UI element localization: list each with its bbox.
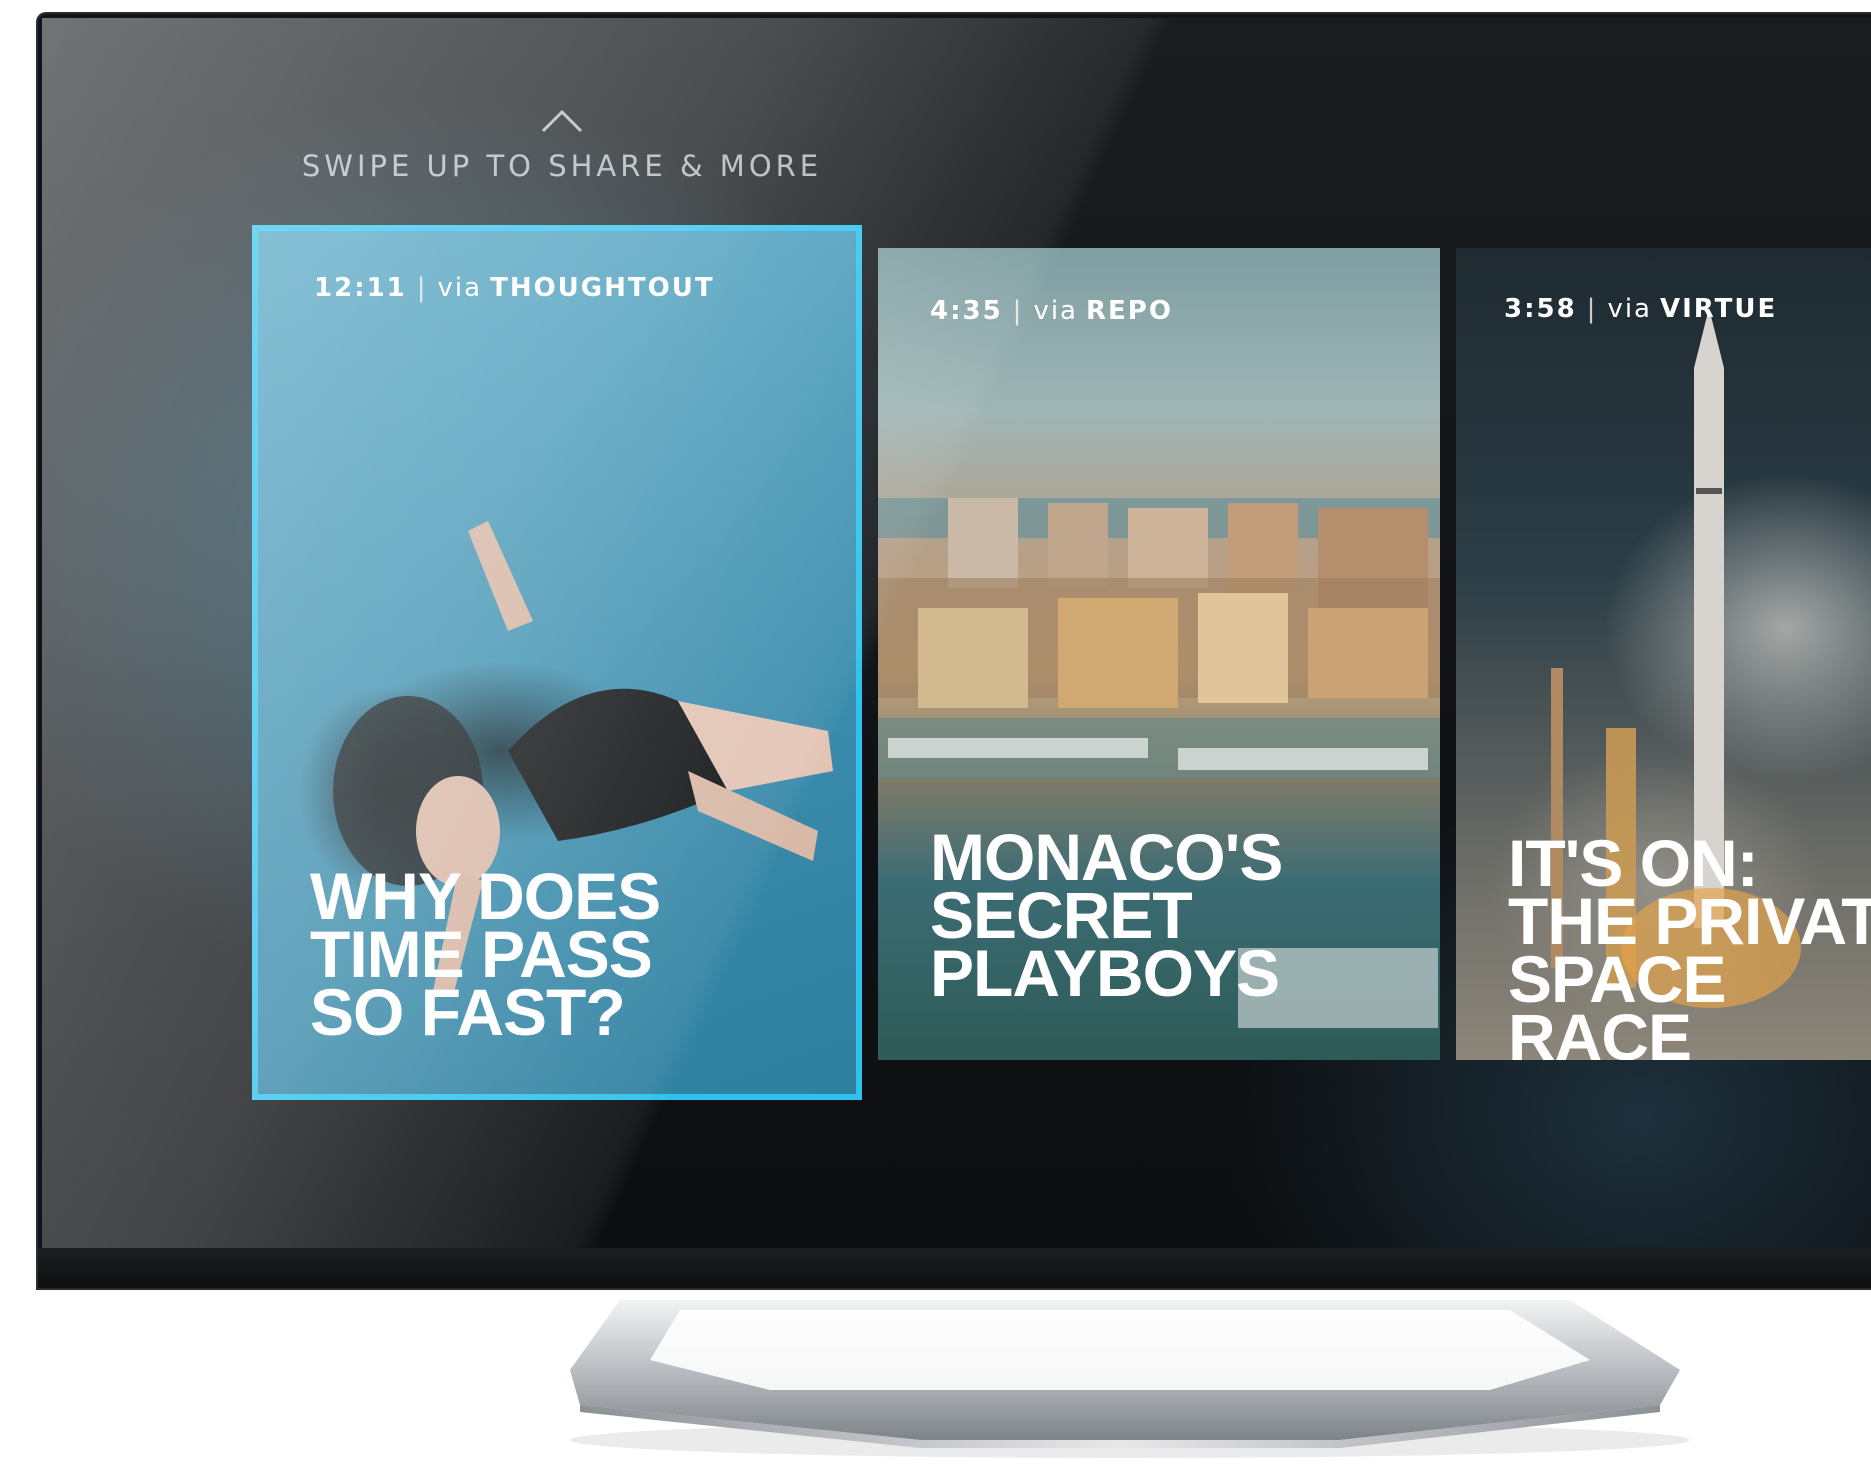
card-duration: 4:35 bbox=[930, 296, 1003, 326]
card-source: REPO bbox=[1085, 296, 1173, 326]
tv-screen: SWIPE UP TO SHARE & MORE 12:11 | via THOUGH… bbox=[42, 18, 1871, 1248]
card-title: MONACO'S SECRET PLAYBOYS bbox=[930, 820, 1283, 1010]
card-source: VIRTUE bbox=[1659, 294, 1778, 324]
meta-separator: | bbox=[1012, 296, 1024, 326]
via-label: via bbox=[437, 273, 483, 303]
card-source: THOUGHTOUT bbox=[490, 273, 715, 303]
via-label: via bbox=[1033, 296, 1078, 326]
video-card[interactable]: 3:58 | viaVIRTUE IT'S ON: THE PRIVATI SPAC… bbox=[1456, 248, 1871, 1060]
tv-stand bbox=[570, 1300, 1690, 1458]
meta-separator: | bbox=[1586, 294, 1598, 324]
swipe-up-hint[interactable]: SWIPE UP TO SHARE & MORE bbox=[247, 108, 877, 183]
card-title: IT'S ON: THE PRIVATI SPACE RACE bbox=[1508, 826, 1871, 1060]
card-duration: 12:11 bbox=[314, 273, 407, 303]
card-meta: 4:35 | via REPO bbox=[930, 296, 1173, 326]
card-meta: 12:11 | via THOUGHTOUT bbox=[314, 273, 715, 303]
meta-separator: | bbox=[416, 273, 428, 303]
tv-frame: SWIPE UP TO SHARE & MORE 12:11 | via THOUGH… bbox=[36, 12, 1871, 1290]
card-title: WHY DOES TIME PASS SO FAST? bbox=[310, 859, 661, 1049]
chevron-up-icon bbox=[541, 109, 583, 133]
via-label: via bbox=[1607, 294, 1652, 324]
video-card[interactable]: 4:35 | via REPO MONACO'S SECRET PLAYBOYS bbox=[878, 248, 1440, 1060]
swipe-hint-text: SWIPE UP TO SHARE & MORE bbox=[301, 149, 823, 183]
card-meta: 3:58 | via VIRTUE bbox=[1504, 294, 1777, 324]
card-duration: 3:58 bbox=[1504, 294, 1577, 324]
video-card-focused[interactable]: 12:11 | via THOUGHTOUT WHY DOES TIME PASS S… bbox=[252, 225, 862, 1100]
tv-bezel bbox=[38, 1248, 1871, 1288]
